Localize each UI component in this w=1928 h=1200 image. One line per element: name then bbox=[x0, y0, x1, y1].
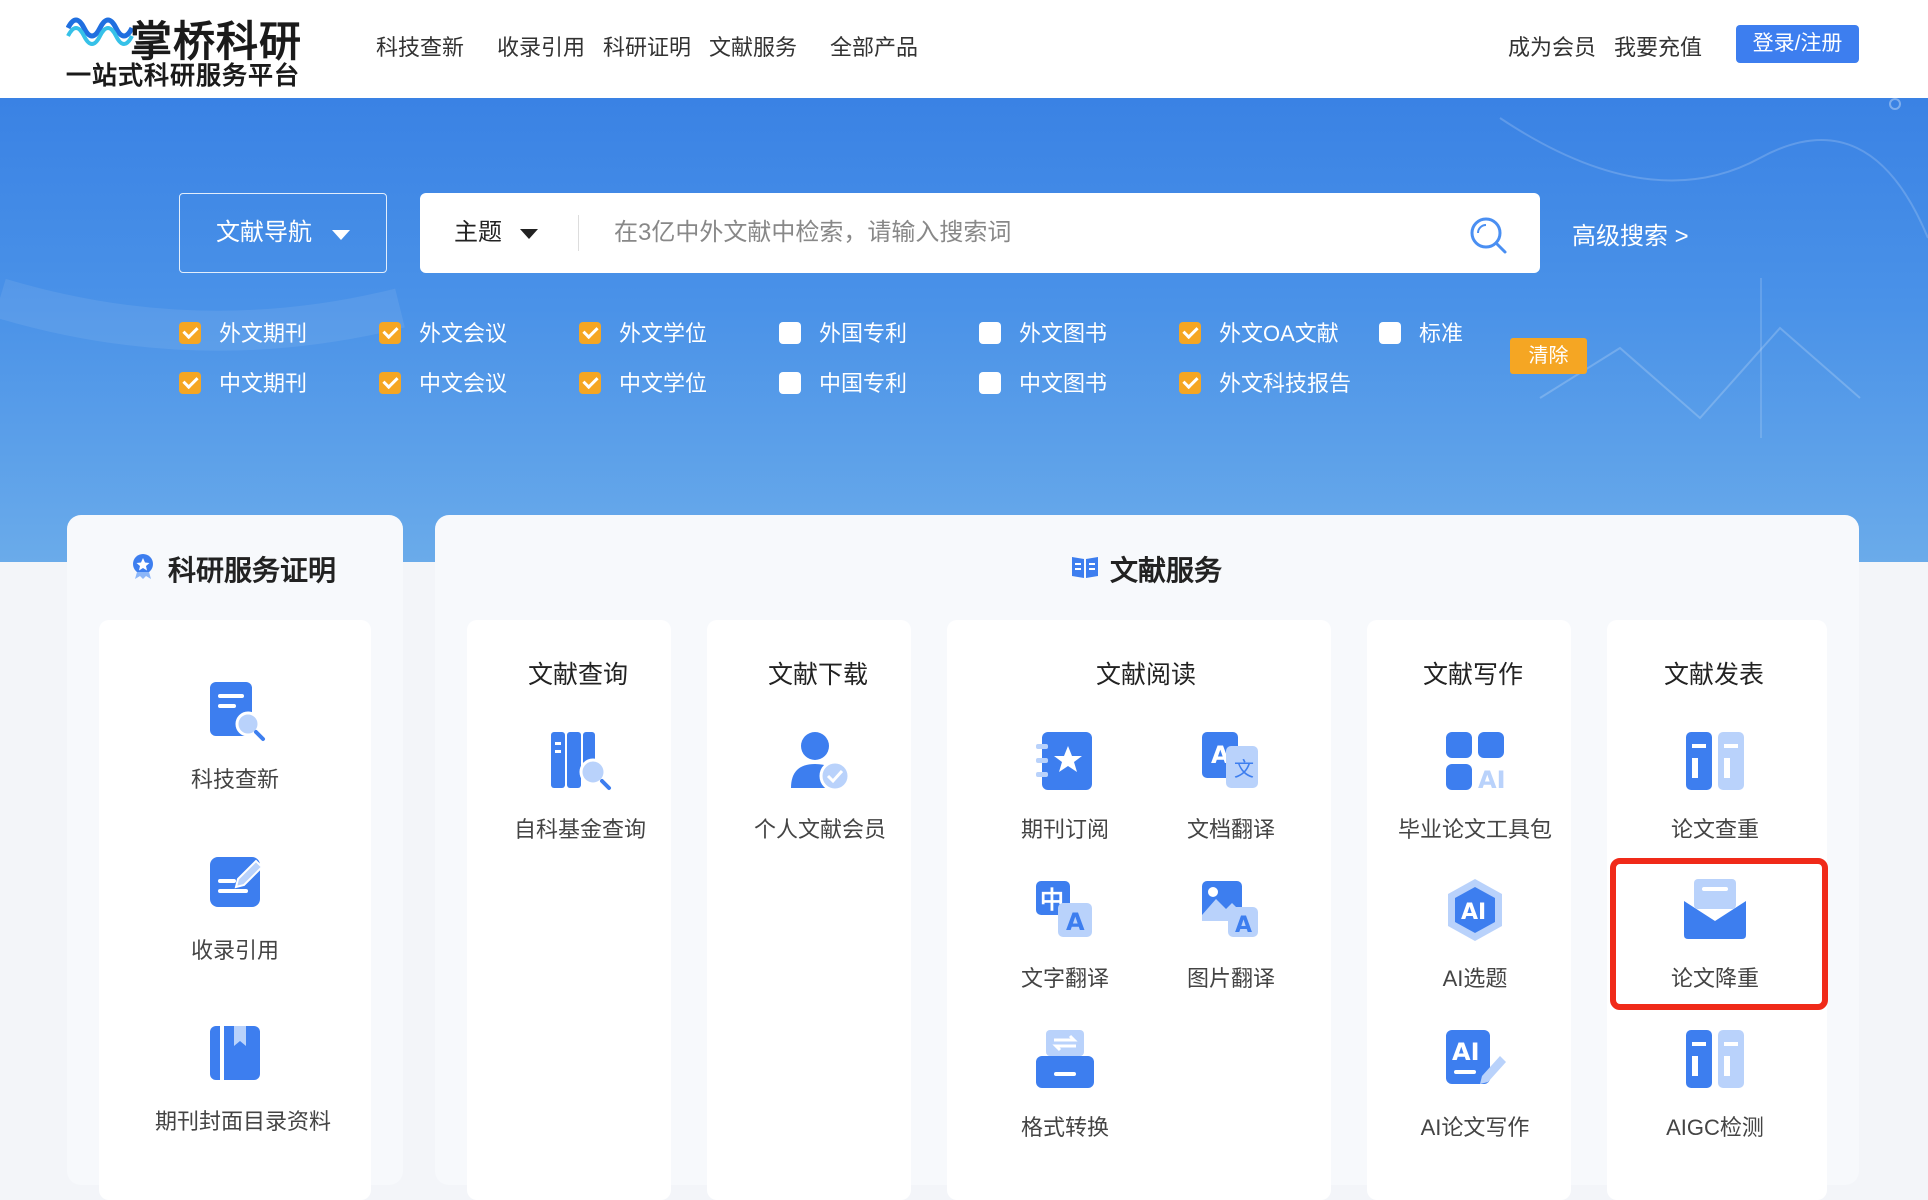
search-divider bbox=[578, 215, 579, 251]
service-ai-writing[interactable]: AI AI论文写作 bbox=[1395, 1026, 1555, 1142]
compare-columns-icon bbox=[1686, 1030, 1744, 1088]
login-register-button[interactable]: 登录/注册 bbox=[1736, 25, 1859, 63]
edit-document-icon bbox=[210, 857, 264, 907]
checkbox-checked[interactable] bbox=[179, 322, 201, 344]
research-proof-title: 科研服务证明 bbox=[133, 549, 336, 589]
service-personal-member[interactable]: 个人文献会员 bbox=[740, 728, 900, 844]
format-convert-icon bbox=[1036, 1030, 1094, 1088]
checkbox-checked[interactable] bbox=[1179, 322, 1201, 344]
checkbox-checked[interactable] bbox=[379, 322, 401, 344]
document-search-icon bbox=[210, 682, 265, 741]
column-download bbox=[707, 620, 911, 1200]
service-citation[interactable]: 收录引用 bbox=[155, 849, 315, 965]
ai-hexagon-icon: AI bbox=[1448, 879, 1502, 941]
logo[interactable]: 掌桥科研 一站式科研服务平台 bbox=[66, 6, 316, 90]
compare-columns-icon bbox=[1686, 732, 1744, 790]
nav-item-products[interactable]: 全部产品 bbox=[830, 30, 918, 62]
nav-item-proof[interactable]: 科研证明 bbox=[603, 30, 691, 62]
column-query bbox=[467, 620, 671, 1200]
logo-subtitle: 一站式科研服务平台 bbox=[66, 62, 301, 90]
checkbox-checked[interactable] bbox=[579, 372, 601, 394]
nav-item-novelty[interactable]: 科技查新 bbox=[376, 30, 464, 62]
checkbox-unchecked[interactable] bbox=[779, 322, 801, 344]
checkbox-unchecked[interactable] bbox=[979, 322, 1001, 344]
svg-text:AI: AI bbox=[1478, 766, 1506, 794]
award-badge-icon bbox=[133, 554, 153, 579]
checkbox-checked[interactable] bbox=[1179, 372, 1201, 394]
literature-service-title: 文献服务 bbox=[1072, 549, 1222, 589]
service-aigc-detection[interactable]: AIGC检测 bbox=[1635, 1026, 1795, 1142]
service-novelty-search[interactable]: 科技查新 bbox=[155, 678, 315, 794]
top-header: 掌桥科研 一站式科研服务平台 科技查新 收录引用 科研证明 文献服务 全部产品 … bbox=[0, 0, 1928, 98]
service-fund-query[interactable]: 自科基金查询 bbox=[500, 728, 660, 844]
service-plagiarism-check[interactable]: 论文查重 bbox=[1635, 728, 1795, 844]
service-format-conversion[interactable]: 格式转换 bbox=[985, 1026, 1145, 1142]
search-input[interactable] bbox=[614, 193, 1434, 273]
svg-text:文: 文 bbox=[1234, 757, 1254, 781]
service-text-translation[interactable]: 中 A 文字翻译 bbox=[985, 877, 1145, 993]
logo-wave-icon bbox=[66, 17, 134, 46]
star-book-icon bbox=[1036, 732, 1092, 790]
literature-nav-label: 文献导航 bbox=[216, 219, 312, 246]
caret-down-icon bbox=[332, 230, 350, 240]
recharge-link[interactable]: 我要充值 bbox=[1614, 30, 1702, 62]
text-translate-icon: 中 A bbox=[1036, 881, 1092, 937]
caret-down-icon[interactable] bbox=[520, 229, 538, 239]
translate-document-icon: A 文 bbox=[1202, 732, 1258, 788]
column-title-reading: 文献阅读 bbox=[1096, 655, 1197, 694]
literature-nav-dropdown[interactable]: 文献导航 bbox=[179, 193, 387, 273]
checkbox-checked[interactable] bbox=[579, 322, 601, 344]
image-translate-icon: A bbox=[1202, 881, 1258, 938]
service-journal-cover[interactable]: 期刊封面目录资料 bbox=[155, 1020, 331, 1136]
search-hero: 文献导航 主题 高级搜索 > 外文期刊 外文会议 外文学位 外国专利 外文图书 … bbox=[0, 98, 1928, 562]
service-image-translation[interactable]: A 图片翻译 bbox=[1151, 877, 1311, 993]
member-link[interactable]: 成为会员 bbox=[1508, 30, 1596, 62]
highlight-box bbox=[1610, 858, 1828, 1010]
checkbox-unchecked[interactable] bbox=[1379, 322, 1401, 344]
service-journal-subscription[interactable]: 期刊订阅 bbox=[985, 728, 1145, 844]
book-bookmark-icon bbox=[210, 1026, 260, 1080]
checkbox-unchecked[interactable] bbox=[779, 372, 801, 394]
search-icon[interactable] bbox=[1468, 215, 1508, 255]
open-book-icon bbox=[1072, 557, 1098, 578]
svg-text:AI: AI bbox=[1452, 1038, 1480, 1066]
book-search-icon bbox=[551, 732, 611, 790]
checkbox-unchecked[interactable] bbox=[979, 372, 1001, 394]
clear-filters-button[interactable]: 清除 bbox=[1510, 338, 1587, 374]
nav-item-literature[interactable]: 文献服务 bbox=[709, 30, 797, 62]
column-title-publishing: 文献发表 bbox=[1664, 655, 1765, 694]
ai-apps-icon: AI bbox=[1446, 732, 1506, 794]
svg-text:A: A bbox=[1235, 913, 1252, 938]
service-thesis-toolkit[interactable]: AI 毕业论文工具包 bbox=[1395, 728, 1555, 844]
column-title-query: 文献查询 bbox=[528, 655, 629, 694]
checkbox-checked[interactable] bbox=[379, 372, 401, 394]
checkbox-checked[interactable] bbox=[179, 372, 201, 394]
svg-text:AI: AI bbox=[1461, 900, 1486, 925]
service-ai-topic[interactable]: AI AI选题 bbox=[1395, 877, 1555, 993]
ai-write-icon: AI bbox=[1446, 1030, 1506, 1084]
user-verified-icon bbox=[791, 732, 851, 792]
advanced-search-link[interactable]: 高级搜索 > bbox=[1572, 216, 1689, 251]
column-title-download: 文献下载 bbox=[768, 655, 869, 694]
search-box: 主题 bbox=[420, 193, 1540, 273]
column-title-writing: 文献写作 bbox=[1423, 655, 1524, 694]
svg-text:A: A bbox=[1066, 908, 1085, 936]
service-document-translation[interactable]: A 文 文档翻译 bbox=[1151, 728, 1311, 844]
nav-item-citation[interactable]: 收录引用 bbox=[497, 30, 585, 62]
search-field-select[interactable]: 主题 bbox=[454, 193, 502, 273]
